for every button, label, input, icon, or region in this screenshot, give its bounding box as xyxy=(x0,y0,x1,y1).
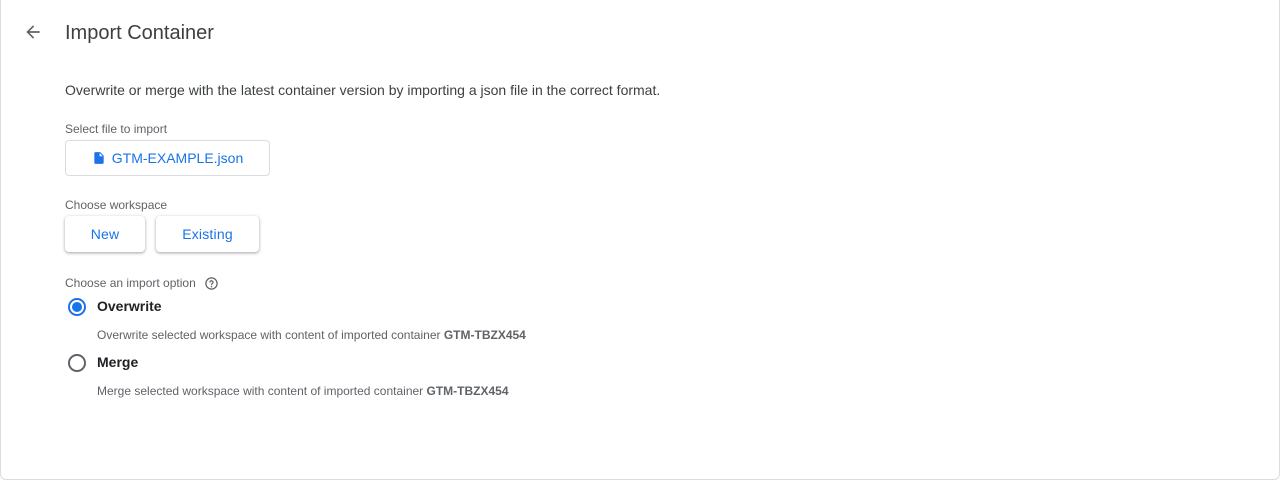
file-name: GTM-EXAMPLE.json xyxy=(111,150,244,166)
select-file-label: Select file to import xyxy=(65,122,168,136)
file-icon xyxy=(94,152,104,164)
overwrite-option-label[interactable]: Overwrite xyxy=(97,295,526,316)
radio-ring xyxy=(68,354,86,372)
container-id: GTM-TBZX454 xyxy=(426,384,509,398)
merge-option: Merge Merge selected workspace with cont… xyxy=(65,351,509,398)
radio-ring xyxy=(68,298,86,316)
page-title: Import Container xyxy=(65,22,214,44)
overwrite-option: Overwrite Overwrite selected workspace w… xyxy=(65,295,526,342)
existing-workspace-button[interactable]: Existing xyxy=(156,216,259,252)
page-description: Overwrite or merge with the latest conta… xyxy=(65,82,661,98)
choose-workspace-label: Choose workspace xyxy=(65,198,168,212)
new-workspace-button[interactable]: New xyxy=(65,216,145,252)
merge-option-label[interactable]: Merge xyxy=(97,351,509,372)
select-file-button[interactable]: GTM-EXAMPLE.json xyxy=(65,140,270,176)
merge-option-description: Merge selected workspace with content of… xyxy=(97,384,509,398)
import-option-label-text: Choose an import option xyxy=(65,275,196,290)
radio-dot xyxy=(72,302,82,312)
merge-radio[interactable] xyxy=(65,351,89,375)
help-icon[interactable] xyxy=(204,276,219,291)
overwrite-radio[interactable] xyxy=(65,295,89,319)
container-id: GTM-TBZX454 xyxy=(443,328,526,342)
overwrite-option-description: Overwrite selected workspace with conten… xyxy=(97,328,526,342)
arrow-back-icon xyxy=(26,25,40,39)
import-option-label: Choose an import option xyxy=(65,274,219,291)
back-button[interactable] xyxy=(19,18,47,46)
import-container-page: Import Container Overwrite or merge with… xyxy=(0,0,1280,480)
